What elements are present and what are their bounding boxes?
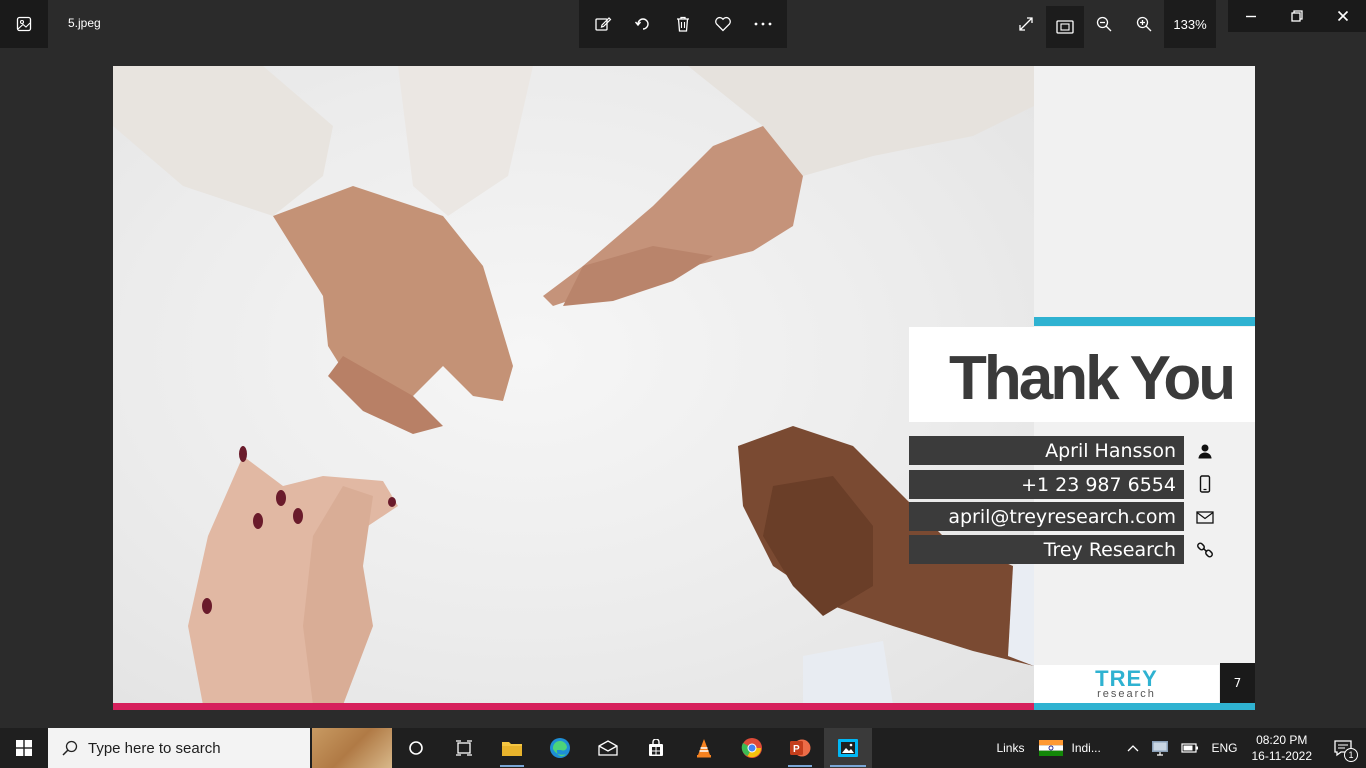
taskbar-search-box[interactable]: Type here to search bbox=[48, 728, 310, 768]
clapping-hands-photo bbox=[113, 66, 1034, 705]
hands-illustration bbox=[113, 66, 1034, 705]
news-widget-label: Indi... bbox=[1071, 741, 1101, 755]
logo-main-text: TREY bbox=[1095, 665, 1158, 691]
rotate-icon[interactable] bbox=[625, 6, 661, 42]
more-options-icon[interactable] bbox=[745, 6, 781, 42]
file-name: 5.jpeg bbox=[68, 16, 101, 30]
windows-taskbar: Type here to search P Links Indi... ENG … bbox=[0, 728, 1366, 768]
slide-image: Thank You April Hansson +1 23 987 6554 a… bbox=[113, 66, 1255, 710]
favorite-heart-icon[interactable] bbox=[705, 6, 741, 42]
contact-phone-row: +1 23 987 6554 bbox=[909, 470, 1184, 499]
zoom-in-icon[interactable] bbox=[1124, 0, 1164, 48]
company-logo: TREY research bbox=[1034, 665, 1219, 703]
fit-to-window-icon[interactable] bbox=[1046, 6, 1084, 48]
windows-logo-icon bbox=[16, 740, 32, 756]
powerpoint-icon[interactable]: P bbox=[776, 728, 824, 768]
network-icon[interactable] bbox=[1145, 728, 1175, 768]
links-toolbar[interactable]: Links bbox=[987, 728, 1033, 768]
slide-page-number: 7 bbox=[1220, 663, 1255, 703]
accent-bar-bottom-teal bbox=[1034, 703, 1255, 710]
restore-icon[interactable] bbox=[1274, 0, 1320, 32]
search-placeholder: Type here to search bbox=[88, 739, 221, 757]
person-icon bbox=[1193, 439, 1217, 463]
contact-name: April Hansson bbox=[1045, 439, 1176, 462]
india-flag-icon bbox=[1039, 740, 1064, 756]
task-view-icon[interactable] bbox=[440, 728, 488, 768]
image-toolbar bbox=[579, 0, 787, 48]
link-icon bbox=[1193, 538, 1217, 562]
full-screen-icon[interactable] bbox=[1006, 0, 1046, 48]
contact-company-row: Trey Research bbox=[909, 535, 1184, 564]
phone-icon bbox=[1193, 472, 1217, 496]
show-hidden-icons-chevron-up-icon[interactable] bbox=[1121, 728, 1145, 768]
contact-email: april@treyresearch.com bbox=[948, 505, 1176, 528]
contact-company: Trey Research bbox=[1043, 538, 1176, 561]
contact-name-row: April Hansson bbox=[909, 436, 1184, 465]
contact-phone: +1 23 987 6554 bbox=[1021, 473, 1176, 496]
logo-sub-text: research bbox=[1097, 687, 1156, 700]
search-icon bbox=[62, 740, 78, 756]
minimize-icon[interactable] bbox=[1228, 0, 1274, 32]
contact-email-row: april@treyresearch.com bbox=[909, 502, 1184, 531]
action-center-icon[interactable]: 1 bbox=[1320, 728, 1366, 768]
system-tray: Links Indi... ENG 08:20 PM 16-11-2022 1 bbox=[987, 728, 1366, 768]
chrome-browser-icon[interactable] bbox=[728, 728, 776, 768]
vlc-player-icon[interactable] bbox=[680, 728, 728, 768]
view-tools: 133% bbox=[1006, 0, 1216, 48]
taskbar-clock[interactable]: 08:20 PM 16-11-2022 bbox=[1244, 732, 1321, 764]
start-button[interactable] bbox=[0, 728, 48, 768]
close-icon[interactable] bbox=[1320, 0, 1366, 32]
news-widget[interactable]: Indi... bbox=[1033, 728, 1121, 768]
photos-app-icon[interactable] bbox=[0, 0, 48, 48]
accent-bar-bottom-pink bbox=[113, 703, 1034, 710]
file-explorer-icon[interactable] bbox=[488, 728, 536, 768]
search-highlight-image[interactable] bbox=[312, 728, 392, 768]
svg-text:P: P bbox=[793, 744, 800, 755]
store-icon[interactable] bbox=[632, 728, 680, 768]
window-controls bbox=[1228, 0, 1366, 32]
photos-app-taskbar-icon[interactable] bbox=[824, 728, 872, 768]
battery-icon[interactable] bbox=[1175, 728, 1205, 768]
zoom-level[interactable]: 133% bbox=[1164, 0, 1216, 48]
app-title-bar: 5.jpeg 133% bbox=[0, 0, 1366, 48]
edge-browser-icon[interactable] bbox=[536, 728, 584, 768]
delete-icon[interactable] bbox=[665, 6, 701, 42]
cortana-icon[interactable] bbox=[392, 728, 440, 768]
notification-count-badge: 1 bbox=[1344, 748, 1358, 762]
slide-title: Thank You bbox=[949, 344, 1236, 413]
input-language[interactable]: ENG bbox=[1205, 728, 1243, 768]
mail-app-icon[interactable] bbox=[584, 728, 632, 768]
zoom-out-icon[interactable] bbox=[1084, 0, 1124, 48]
accent-bar-top bbox=[1034, 317, 1255, 326]
clock-date: 16-11-2022 bbox=[1251, 749, 1313, 763]
clock-time: 08:20 PM bbox=[1256, 733, 1308, 747]
edit-image-icon[interactable] bbox=[585, 6, 621, 42]
mail-icon bbox=[1193, 505, 1217, 529]
